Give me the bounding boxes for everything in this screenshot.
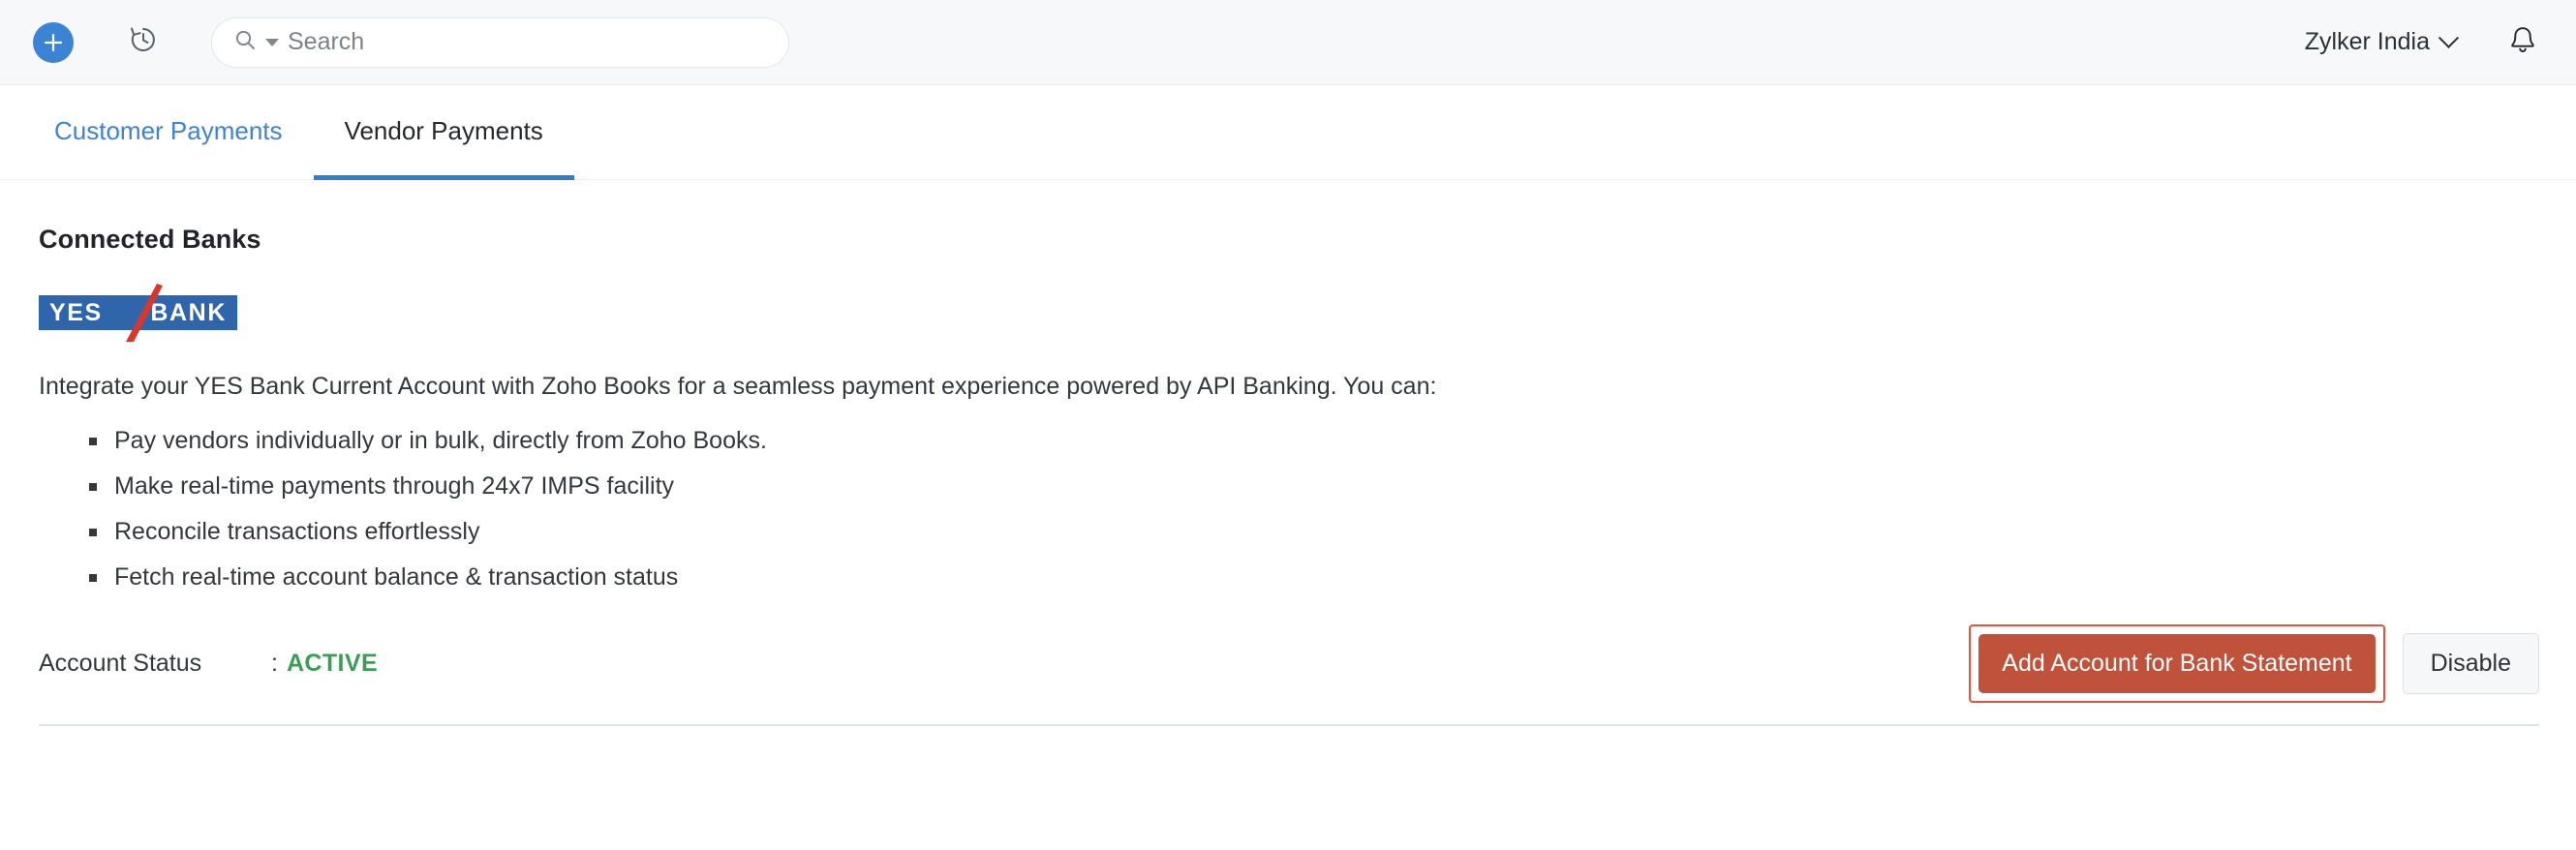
notifications-button[interactable] — [2506, 23, 2539, 61]
integration-description: Integrate your YES Bank Current Account … — [39, 373, 1437, 400]
organization-switcher[interactable]: Zylker India — [2304, 27, 2460, 56]
payments-tab-bar: Customer Payments Vendor Payments — [0, 85, 2576, 180]
top-bar: Zylker India — [0, 0, 2576, 85]
disable-button[interactable]: Disable — [2402, 632, 2539, 694]
yes-bank-logo-word-yes: YES — [49, 298, 103, 326]
plus-icon — [43, 32, 64, 53]
top-bar-right-group: Zylker India — [2305, 23, 2539, 61]
chevron-down-icon — [2438, 27, 2460, 48]
search-input[interactable] — [288, 17, 767, 67]
tab-vendor-payments[interactable]: Vendor Payments — [313, 86, 574, 180]
connected-banks-panel: Connected Banks YES BANK Integrate your … — [0, 225, 2576, 726]
action-buttons-group: Add Account for Bank Statement Disable — [1969, 623, 2539, 703]
yes-bank-logo-plate: YES BANK — [39, 295, 237, 330]
tab-customer-payments-label: Customer Payments — [54, 115, 283, 145]
organization-name: Zylker India — [2304, 28, 2430, 55]
account-status-label: Account Status — [39, 649, 202, 677]
bell-icon — [2506, 23, 2539, 61]
tab-customer-payments[interactable]: Customer Payments — [23, 86, 314, 180]
history-clock-icon — [126, 22, 161, 62]
yes-bank-logo-word-bank: BANK — [150, 298, 227, 326]
section-divider — [39, 723, 2539, 726]
status-badge: : ACTIVE — [271, 650, 378, 678]
recent-history-button[interactable] — [122, 21, 165, 64]
caret-down-icon[interactable] — [265, 38, 279, 46]
add-account-button-highlight: Add Account for Bank Statement — [1969, 623, 2385, 703]
yes-bank-logo: YES BANK — [39, 284, 237, 342]
list-item: Make real-time payments through 24x7 IMP… — [89, 473, 2539, 499]
page-title: Connected Banks — [39, 225, 261, 254]
add-account-for-bank-statement-button[interactable]: Add Account for Bank Statement — [1978, 633, 2376, 693]
search-bar[interactable] — [211, 16, 789, 68]
list-item: Fetch real-time account balance & transa… — [89, 564, 2539, 590]
list-item: Reconcile transactions effortlessly — [89, 519, 2539, 544]
account-status-row: Account Status : ACTIVE Add Account for … — [39, 623, 2539, 703]
feature-list: Pay vendors individually or in bulk, dir… — [39, 428, 2539, 590]
add-new-button[interactable] — [33, 21, 74, 63]
account-status-separator: : — [271, 649, 278, 677]
account-status-value: ACTIVE — [286, 649, 379, 677]
list-item: Pay vendors individually or in bulk, dir… — [89, 428, 2539, 453]
search-icon — [233, 28, 257, 56]
tab-vendor-payments-label: Vendor Payments — [344, 115, 543, 145]
